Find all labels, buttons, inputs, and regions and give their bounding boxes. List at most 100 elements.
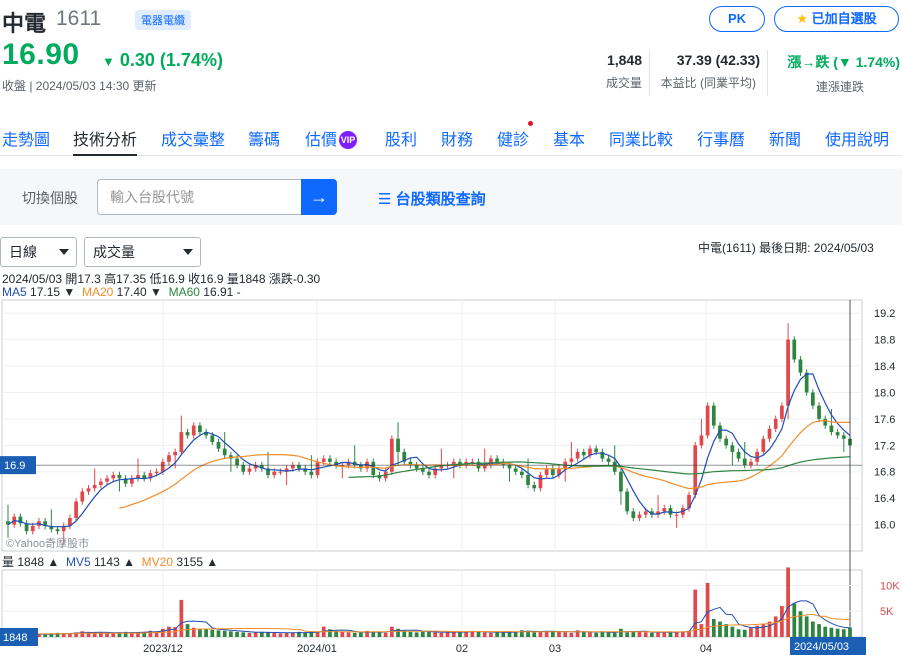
volume-bar — [68, 633, 72, 637]
volume-bar — [371, 631, 376, 637]
mv5-line — [7, 600, 851, 635]
x-tick-label: 2024/01 — [297, 643, 337, 655]
candle-body — [198, 425, 202, 433]
volume-bar — [408, 631, 413, 637]
volume-bar — [272, 632, 277, 637]
candle-body — [749, 461, 753, 466]
volume-bar — [650, 632, 654, 637]
volume-bar — [495, 632, 499, 637]
volume-bar — [792, 603, 797, 637]
candle-body — [699, 435, 704, 446]
candle-body — [798, 359, 803, 373]
candle-body — [767, 428, 772, 439]
candle-body — [674, 514, 679, 516]
candle-body — [668, 508, 673, 515]
candle-body — [99, 481, 103, 485]
volume-bar — [848, 627, 852, 637]
volume-bar — [216, 630, 221, 637]
volume-bar — [619, 628, 623, 637]
candle-body — [191, 425, 196, 436]
volume-bar — [377, 632, 382, 637]
volume-bar — [383, 632, 388, 637]
volume-bar — [420, 631, 425, 637]
candle-body — [817, 405, 821, 419]
volume-bar — [433, 632, 438, 637]
candle-body — [111, 475, 116, 479]
mv5-legend: MV5 1143 ▲ — [65, 555, 135, 569]
candle-body — [117, 475, 122, 479]
candle-body — [606, 458, 611, 462]
volume-bar — [185, 624, 190, 637]
volume-legend-item: 量 1848 ▲ — [2, 555, 60, 569]
candle-body — [427, 471, 431, 476]
candle-body — [792, 339, 797, 360]
candle-body — [247, 468, 252, 472]
candle-body — [569, 458, 574, 462]
volume-bar — [724, 624, 729, 637]
mv20-line — [7, 613, 851, 635]
candle-body — [80, 491, 85, 502]
candle-body — [711, 405, 716, 426]
volume-bar — [513, 632, 518, 637]
volume-bar — [105, 633, 109, 637]
candle-body — [619, 471, 623, 492]
volume-bar — [625, 632, 629, 637]
candle-body — [575, 451, 580, 459]
x-tick-label: 02 — [456, 643, 468, 655]
x-tick-label: 04 — [700, 643, 712, 655]
volume-bar — [810, 621, 815, 637]
volume-bar — [656, 632, 660, 637]
volume-bar — [643, 632, 648, 637]
candle-body — [396, 438, 400, 452]
ma60-line — [348, 456, 851, 478]
candle-body — [705, 405, 710, 436]
volume-bar — [841, 629, 846, 637]
volume-bar — [569, 632, 574, 637]
volume-bar — [761, 624, 766, 637]
volume-bar — [222, 630, 227, 637]
price-tick-label: 16.0 — [874, 520, 895, 532]
volume-bar — [464, 632, 469, 637]
candle-body — [30, 525, 35, 532]
candle-body — [742, 458, 747, 466]
volume-bar — [612, 632, 617, 637]
volume-bar — [210, 629, 215, 637]
candle-body — [210, 435, 215, 443]
volume-bar — [711, 618, 716, 637]
volume-bar — [829, 627, 834, 637]
current-date-tag-label: 2024/05/03 — [794, 641, 849, 653]
candle-body — [55, 529, 60, 532]
volume-bar — [705, 582, 710, 637]
volume-bar — [235, 631, 239, 637]
volume-bar — [253, 632, 258, 637]
candle-body — [216, 442, 221, 449]
candle-body — [297, 465, 301, 469]
volume-bar — [594, 632, 599, 637]
candle-body — [637, 514, 642, 518]
volume-bar — [80, 631, 85, 637]
volume-bar — [680, 631, 685, 637]
volume-bar — [674, 632, 679, 637]
candle-body — [526, 475, 530, 485]
volume-bar — [476, 631, 481, 637]
volume-bar — [538, 631, 543, 637]
candle-body — [625, 491, 629, 512]
candle-body — [105, 478, 109, 482]
volume-bar — [742, 629, 747, 637]
price-tick-label: 18.0 — [874, 387, 895, 399]
candle-body — [730, 445, 735, 452]
volume-bar — [284, 632, 289, 637]
candle-body — [823, 418, 828, 426]
volume-bar — [823, 626, 828, 637]
volume-bar — [817, 624, 821, 637]
candle-body — [835, 432, 840, 436]
volume-bar — [718, 621, 722, 637]
volume-tick-label: 5K — [880, 606, 894, 618]
price-tick-label: 16.4 — [874, 493, 895, 505]
candle-body — [761, 438, 766, 452]
volume-bar — [266, 632, 270, 637]
candle-body — [222, 448, 227, 456]
price-tick-label: 18.4 — [874, 361, 895, 373]
candle-body — [321, 458, 326, 462]
candle-body — [631, 511, 636, 518]
